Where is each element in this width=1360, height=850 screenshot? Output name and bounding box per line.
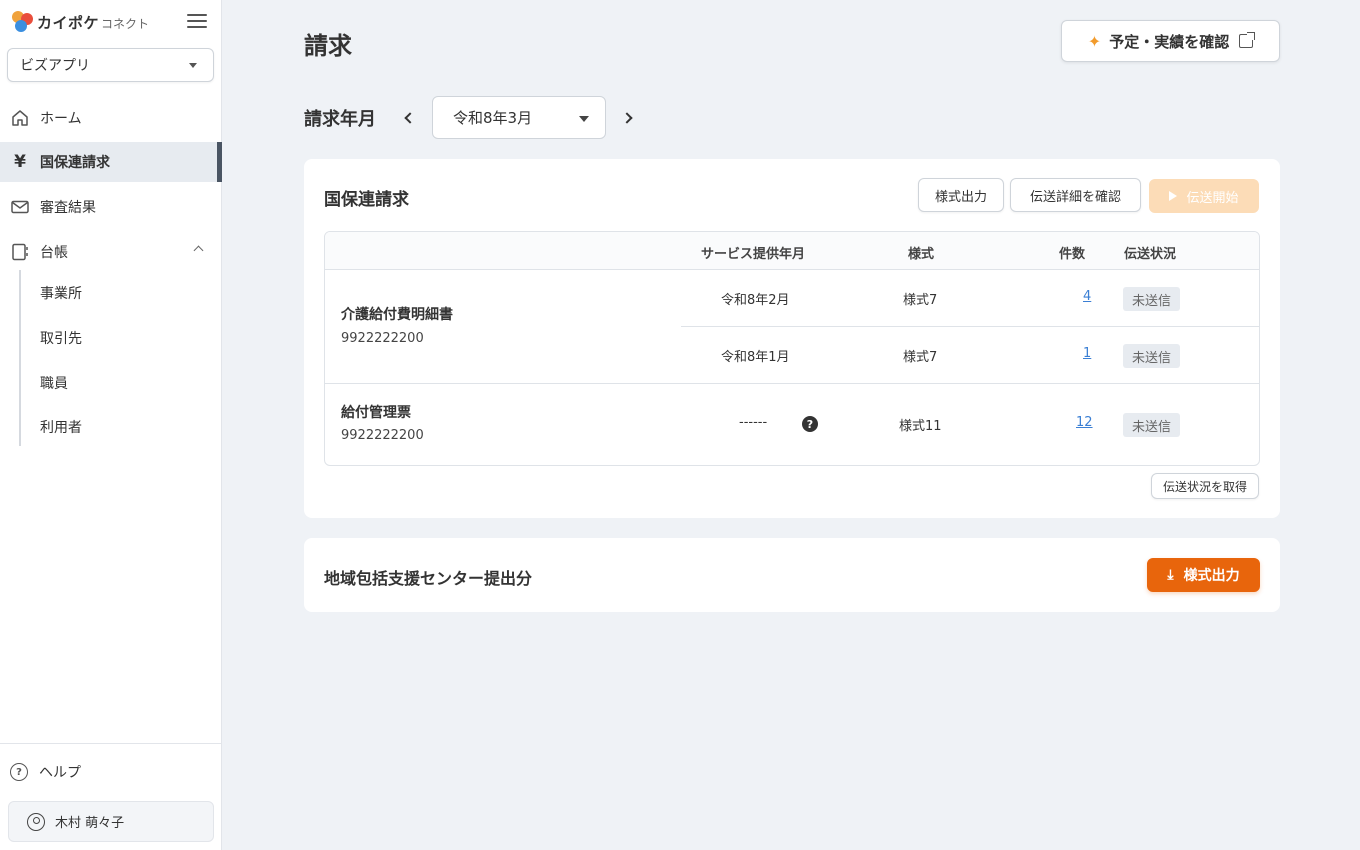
regional-support-center-card: 地域包括支援センター提出分 ⤓ 様式出力 bbox=[304, 538, 1280, 612]
row-service-month: 令和8年1月 bbox=[721, 350, 790, 365]
next-month-chevron-icon[interactable] bbox=[621, 112, 633, 124]
external-link-icon bbox=[1239, 32, 1256, 48]
download-icon: ⤓ bbox=[1167, 567, 1174, 583]
sidebar-item-label: 台帳 bbox=[40, 245, 68, 261]
header-count: 件数 bbox=[1059, 247, 1086, 262]
status-badge: 未送信 bbox=[1123, 413, 1180, 437]
home-icon bbox=[10, 108, 30, 128]
billing-table: サービス提供年月 様式 件数 伝送状況 介護給付費明細書 9922222200 … bbox=[324, 231, 1260, 466]
app-switcher-select[interactable]: ビズアプリ bbox=[7, 48, 214, 82]
user-avatar-icon bbox=[27, 812, 45, 831]
submenu-guide-line bbox=[19, 270, 21, 446]
row-form: 様式7 bbox=[903, 293, 938, 308]
user-menu[interactable]: 木村 萌々子 bbox=[8, 801, 214, 842]
row-form: 様式11 bbox=[899, 419, 942, 434]
app-switcher-value: ビズアプリ bbox=[20, 58, 90, 74]
row-count-link[interactable]: 1 bbox=[1083, 346, 1091, 361]
question-icon[interactable]: ? bbox=[802, 416, 818, 432]
sidebar-subitem-staff[interactable]: 職員 bbox=[40, 373, 68, 393]
caret-down-icon bbox=[189, 63, 197, 68]
button-label: 様式出力 bbox=[1183, 568, 1240, 584]
row-service-month: 令和8年2月 bbox=[721, 293, 790, 308]
export-form-primary-button[interactable]: ⤓ 様式出力 bbox=[1147, 558, 1260, 592]
yen-icon: ¥ bbox=[14, 152, 26, 172]
sidebar: カイポケ コネクト ビズアプリ ホーム ¥ 国保連請求 審査結果 台帳 事業所 … bbox=[0, 0, 222, 850]
billing-period-select[interactable]: 令和8年3月 bbox=[432, 96, 606, 139]
row-service-month: ------ bbox=[739, 415, 768, 430]
card-title: 国保連請求 bbox=[324, 190, 409, 210]
help-link[interactable]: ? ヘルプ bbox=[10, 762, 81, 782]
sidebar-subitem-office[interactable]: 事業所 bbox=[40, 283, 82, 303]
logo-text: カイポケ bbox=[37, 13, 100, 32]
sidebar-item-review-results[interactable]: 審査結果 bbox=[0, 187, 222, 227]
sidebar-item-home[interactable]: ホーム bbox=[0, 98, 222, 138]
view-transmission-details-button[interactable]: 伝送詳細を確認 bbox=[1010, 178, 1141, 212]
logo-subtext: コネクト bbox=[101, 17, 150, 31]
button-label: 予定・実績を確認 bbox=[1109, 32, 1230, 51]
table-header: サービス提供年月 様式 件数 伝送状況 bbox=[325, 232, 1259, 270]
caret-down-icon bbox=[579, 116, 589, 122]
kokuho-billing-card: 国保連請求 様式出力 伝送詳細を確認 伝送開始 サービス提供年月 様式 件数 伝… bbox=[304, 159, 1280, 518]
header-status: 伝送状況 bbox=[1124, 247, 1177, 262]
help-icon: ? bbox=[10, 763, 28, 781]
group-code: 9922222200 bbox=[341, 331, 424, 346]
logo-mark-icon bbox=[12, 11, 34, 33]
page-title: 請求 bbox=[304, 32, 352, 60]
status-badge: 未送信 bbox=[1123, 344, 1180, 368]
sidebar-item-ledger[interactable]: 台帳 bbox=[0, 232, 222, 272]
sidebar-subitem-clients[interactable]: 取引先 bbox=[40, 328, 82, 348]
row-count-link[interactable]: 12 bbox=[1076, 415, 1093, 430]
menu-toggle-icon[interactable] bbox=[187, 14, 207, 30]
group-name: 給付管理票 bbox=[341, 405, 411, 421]
group-name: 介護給付費明細書 bbox=[341, 307, 453, 323]
group-divider bbox=[325, 383, 1259, 384]
mail-icon bbox=[10, 197, 30, 217]
button-label: 伝送開始 bbox=[1186, 190, 1239, 206]
row-count-link[interactable]: 4 bbox=[1083, 289, 1091, 304]
sidebar-divider bbox=[0, 743, 222, 744]
ledger-icon bbox=[10, 242, 30, 262]
header-service-month: サービス提供年月 bbox=[701, 247, 806, 262]
play-icon bbox=[1169, 191, 1178, 201]
billing-period-value: 令和8年3月 bbox=[453, 109, 533, 127]
view-schedule-results-button[interactable]: ✦ 予定・実績を確認 bbox=[1061, 20, 1280, 62]
row-form: 様式7 bbox=[903, 350, 938, 365]
prev-month-chevron-icon[interactable] bbox=[404, 112, 416, 124]
export-form-button[interactable]: 様式出力 bbox=[918, 178, 1004, 212]
sidebar-subitem-users[interactable]: 利用者 bbox=[40, 417, 82, 437]
sidebar-item-label: ホーム bbox=[40, 111, 82, 127]
app-logo[interactable]: カイポケ コネクト bbox=[12, 10, 149, 34]
sidebar-item-label: 審査結果 bbox=[40, 200, 96, 216]
header-form: 様式 bbox=[908, 247, 935, 262]
group-code: 9922222200 bbox=[341, 428, 424, 443]
sidebar-item-label: 国保連請求 bbox=[40, 155, 110, 171]
card-title: 地域包括支援センター提出分 bbox=[324, 569, 533, 588]
help-label: ヘルプ bbox=[39, 765, 81, 781]
chevron-up-icon bbox=[193, 245, 204, 256]
start-transmission-button[interactable]: 伝送開始 bbox=[1149, 179, 1259, 213]
status-badge: 未送信 bbox=[1123, 287, 1180, 311]
sparkle-icon: ✦ bbox=[1087, 31, 1102, 51]
billing-period-label: 請求年月 bbox=[304, 109, 376, 130]
row-divider bbox=[681, 326, 1259, 327]
sidebar-item-kokuho-billing[interactable]: ¥ 国保連請求 bbox=[0, 142, 222, 182]
user-name: 木村 萌々子 bbox=[55, 816, 125, 831]
fetch-transmission-status-button[interactable]: 伝送状況を取得 bbox=[1151, 473, 1259, 499]
